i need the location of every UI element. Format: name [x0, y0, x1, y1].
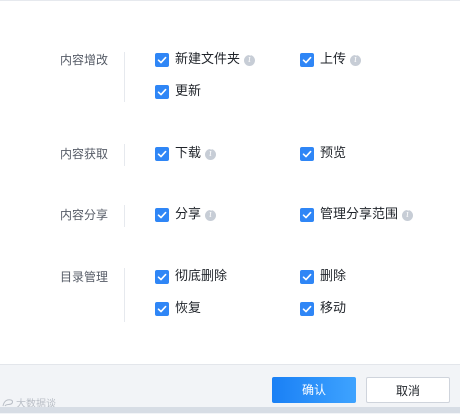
checkbox-checked[interactable] — [300, 208, 314, 222]
option-delete[interactable]: 删除 — [300, 269, 346, 285]
option-label: 更新 — [175, 84, 202, 99]
section-title: 内容获取 — [59, 147, 108, 161]
option-label: 下载 — [175, 146, 202, 161]
checkbox-checked[interactable] — [300, 53, 314, 67]
checkbox-checked[interactable] — [155, 208, 169, 222]
option-upload[interactable]: 上传 i — [300, 52, 362, 68]
check-icon — [157, 273, 167, 281]
section-divider — [124, 205, 125, 227]
info-icon[interactable]: i — [350, 54, 362, 66]
cancel-button[interactable]: 取消 — [366, 377, 450, 403]
info-icon[interactable]: i — [205, 209, 217, 221]
option-label: 恢复 — [175, 301, 202, 316]
top-divider — [0, 0, 460, 1]
checkbox-checked[interactable] — [155, 270, 169, 284]
check-icon — [157, 305, 167, 313]
option-new-folder[interactable]: 新建文件夹 i — [155, 52, 256, 68]
option-label: 上传 — [320, 52, 347, 67]
checkbox-checked[interactable] — [300, 270, 314, 284]
section-title: 内容分享 — [59, 208, 108, 222]
checkbox-checked[interactable] — [155, 302, 169, 316]
option-manage-share-scope[interactable]: 管理分享范围 i — [300, 207, 414, 223]
confirm-button[interactable]: 确认 — [272, 377, 356, 403]
option-label: 分享 — [175, 207, 202, 222]
check-icon — [157, 56, 167, 64]
checkbox-checked[interactable] — [155, 85, 169, 99]
check-icon — [157, 88, 167, 96]
check-icon — [157, 150, 167, 158]
section-divider — [124, 144, 125, 166]
option-label: 移动 — [320, 301, 347, 316]
option-preview[interactable]: 预览 — [300, 146, 346, 162]
check-icon — [302, 56, 312, 64]
check-icon — [302, 305, 312, 313]
option-move[interactable]: 移动 — [300, 301, 346, 317]
checkbox-checked[interactable] — [155, 147, 169, 161]
watermark-logo-icon — [2, 398, 13, 406]
option-label: 新建文件夹 — [175, 52, 241, 67]
option-permanent-delete[interactable]: 彻底删除 — [155, 269, 227, 285]
section-divider — [124, 52, 125, 102]
checkbox-checked[interactable] — [155, 53, 169, 67]
section-divider — [124, 268, 125, 322]
info-icon[interactable]: i — [205, 148, 217, 160]
option-download[interactable]: 下载 i — [155, 146, 217, 162]
option-label: 删除 — [320, 269, 347, 284]
checkbox-checked[interactable] — [300, 147, 314, 161]
info-icon[interactable]: i — [244, 54, 256, 66]
section-title: 内容增改 — [59, 53, 108, 67]
option-label: 预览 — [320, 146, 347, 161]
section-title: 目录管理 — [59, 270, 108, 284]
bottom-bar — [0, 407, 460, 413]
option-label: 管理分享范围 — [320, 207, 399, 222]
option-restore[interactable]: 恢复 — [155, 301, 201, 317]
check-icon — [302, 211, 312, 219]
checkbox-checked[interactable] — [300, 302, 314, 316]
info-icon[interactable]: i — [402, 209, 414, 221]
check-icon — [302, 150, 312, 158]
check-icon — [302, 273, 312, 281]
option-label: 彻底删除 — [175, 269, 228, 284]
option-update[interactable]: 更新 — [155, 84, 201, 100]
check-icon — [157, 211, 167, 219]
option-share[interactable]: 分享 i — [155, 207, 217, 223]
